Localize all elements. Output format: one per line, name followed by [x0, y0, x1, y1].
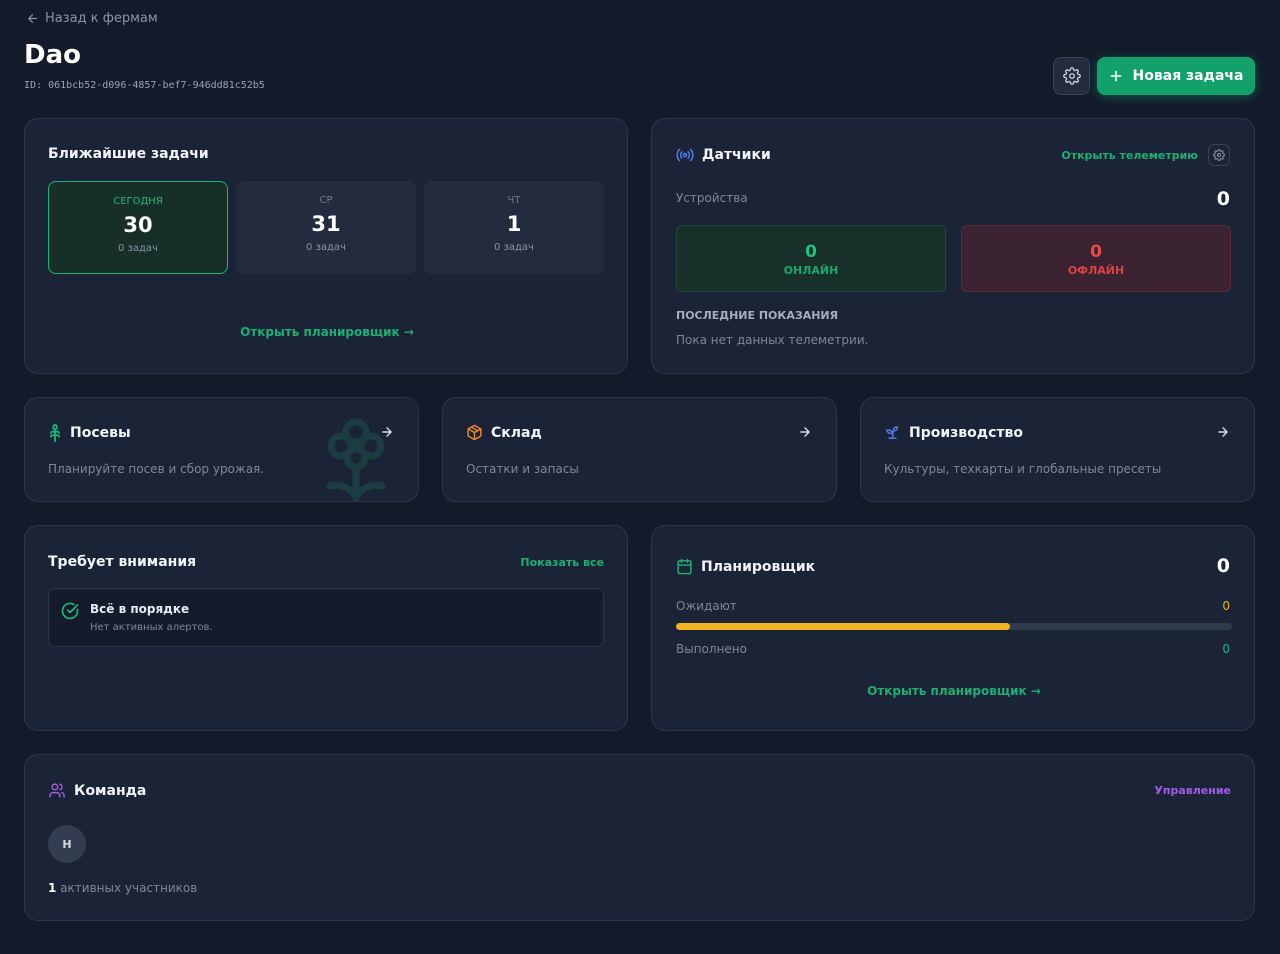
offline-label: ОФЛАЙН [1067, 264, 1125, 277]
day-number: 31 [311, 212, 341, 236]
online-status-box: 0 ОНЛАЙН [676, 225, 946, 292]
done-label: Выполнено [676, 642, 747, 656]
pending-progress-track [676, 623, 1232, 630]
devices-count: 0 [1216, 188, 1230, 210]
arrow-right-icon [798, 425, 812, 439]
online-count: 0 [805, 242, 817, 262]
avatar[interactable]: Н [48, 825, 86, 863]
users-icon [48, 782, 66, 799]
crops-card[interactable]: Посевы Планируйте посев и сбор урожая. [24, 397, 419, 502]
production-header: Производство [884, 424, 1023, 441]
production-card[interactable]: Производство Культуры, техкарты и глобал… [860, 397, 1255, 502]
active-members-text: 1 активных участников [48, 881, 197, 895]
open-planner-link[interactable]: Открыть планировщик → [25, 325, 629, 339]
active-members-count: 1 [48, 881, 57, 895]
day-task-count: 0 задач [306, 242, 346, 253]
production-title: Производство [909, 424, 1023, 441]
wheat-icon [48, 424, 62, 442]
day-number: 30 [123, 213, 153, 237]
page-title: Dao [24, 40, 81, 70]
production-subtitle: Культуры, техкарты и глобальные пресеты [884, 462, 1162, 476]
day-thursday[interactable]: ЧТ 1 0 задач [424, 181, 604, 274]
warehouse-card[interactable]: Склад Остатки и запасы [442, 397, 837, 502]
offline-status-box: 0 ОФЛАЙН [961, 225, 1231, 292]
day-number: 1 [506, 212, 522, 236]
day-task-count: 0 задач [118, 243, 158, 254]
planner-title: Планировщик [701, 558, 816, 575]
planner-card: Планировщик 0 Ожидают 0 Выполнено 0 Откр… [651, 525, 1255, 731]
team-header: Команда [48, 782, 146, 799]
open-planner-link[interactable]: Открыть планировщик → [652, 684, 1256, 698]
all-good-title: Всё в порядке [90, 602, 190, 616]
farm-settings-button[interactable] [1053, 57, 1090, 95]
warehouse-subtitle: Остатки и запасы [466, 462, 579, 476]
attention-card: Требует внимания Показать все Всё в поря… [24, 525, 628, 731]
back-to-farms-label: Назад к фермам [45, 11, 158, 26]
pending-progress-fill [676, 623, 1010, 630]
team-title: Команда [74, 782, 147, 799]
new-task-button[interactable]: Новая задача [1097, 57, 1255, 95]
upcoming-tasks-title: Ближайшие задачи [48, 146, 209, 162]
pending-label: Ожидают [676, 599, 737, 613]
plus-icon [1109, 69, 1123, 83]
show-all-link[interactable]: Показать все [520, 556, 604, 569]
arrow-left-icon [26, 12, 39, 25]
attention-title: Требует внимания [48, 554, 197, 570]
radio-waves-icon [676, 148, 694, 162]
back-to-farms-link[interactable]: Назад к фермам [26, 11, 158, 26]
done-value: 0 [1222, 642, 1230, 656]
online-label: ОНЛАЙН [783, 264, 839, 277]
active-members-label: активных участников [60, 881, 198, 895]
box-icon [466, 424, 483, 441]
day-task-count: 0 задач [494, 242, 534, 253]
sensors-header: Датчики [676, 147, 771, 163]
calendar-icon [676, 558, 693, 575]
check-circle-icon [61, 602, 79, 620]
day-today[interactable]: СЕГОДНЯ 30 0 задач [48, 181, 228, 274]
no-alerts-box: Всё в порядке Нет активных алертов. [48, 588, 604, 647]
arrow-right-icon [380, 425, 394, 439]
sprout-icon [884, 424, 901, 441]
farm-id: ID: 061bcb52-d096-4857-bef7-946dd81c52b5 [24, 80, 265, 91]
sensors-card: Датчики Открыть телеметрию Устройства 0 … [651, 118, 1255, 374]
day-name: СР [319, 195, 333, 206]
crops-subtitle: Планируйте посев и сбор урожая. [48, 462, 265, 476]
crops-header: Посевы [48, 424, 131, 442]
devices-label: Устройства [676, 191, 748, 205]
planner-header: Планировщик [676, 558, 815, 575]
new-task-label: Новая задача [1132, 68, 1244, 84]
planner-total: 0 [1216, 555, 1230, 577]
arrow-right-icon [1216, 425, 1230, 439]
open-telemetry-link[interactable]: Открыть телеметрию [1061, 149, 1198, 162]
no-telemetry-text: Пока нет данных телеметрии. [676, 333, 869, 347]
day-name: ЧТ [507, 195, 521, 206]
warehouse-title: Склад [491, 424, 542, 441]
warehouse-header: Склад [466, 424, 542, 441]
telemetry-settings-button[interactable] [1208, 144, 1230, 166]
day-name: СЕГОДНЯ [113, 196, 163, 207]
day-wednesday[interactable]: СР 31 0 задач [236, 181, 416, 274]
offline-count: 0 [1090, 242, 1102, 262]
sensors-title: Датчики [702, 147, 771, 163]
gear-icon [1213, 149, 1225, 161]
pending-value: 0 [1222, 599, 1230, 613]
team-card: Команда Управление Н 1 активных участник… [24, 754, 1255, 921]
gear-icon [1062, 67, 1081, 85]
no-alerts-text: Нет активных алертов. [90, 622, 213, 633]
team-manage-link[interactable]: Управление [1154, 784, 1231, 797]
upcoming-tasks-card: Ближайшие задачи СЕГОДНЯ 30 0 задач СР 3… [24, 118, 628, 374]
crops-title: Посевы [70, 425, 131, 441]
last-readings-label: ПОСЛЕДНИЕ ПОКАЗАНИЯ [676, 309, 839, 322]
